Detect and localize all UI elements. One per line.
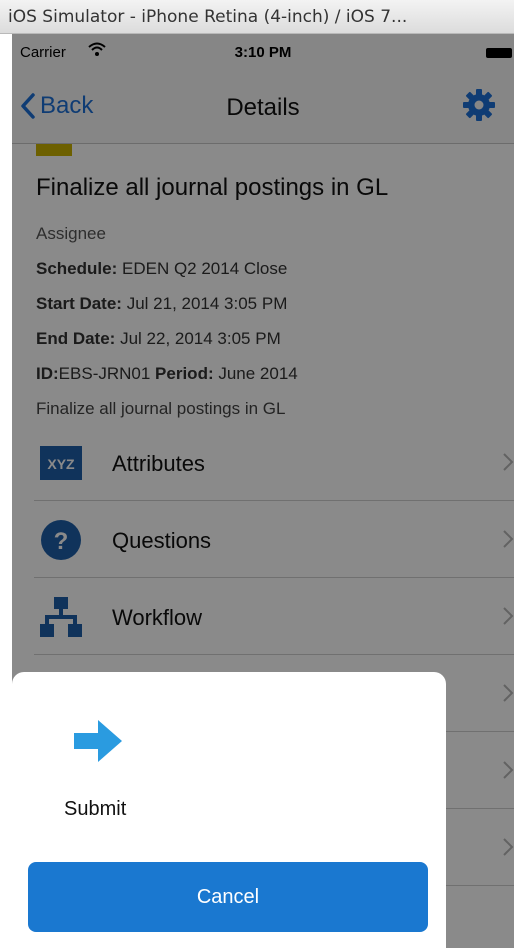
phone-screen: Carrier 3:10 PM Back Details Finalize al… [12, 34, 514, 948]
simulator-window-title: iOS Simulator - iPhone Retina (4-inch) /… [0, 0, 514, 34]
cancel-button[interactable]: Cancel [28, 862, 428, 932]
submit-label: Submit [64, 798, 127, 820]
action-sheet: Submit Cancel [12, 672, 446, 948]
submit-action[interactable]: Submit [42, 702, 182, 832]
arrow-right-icon [74, 720, 122, 762]
